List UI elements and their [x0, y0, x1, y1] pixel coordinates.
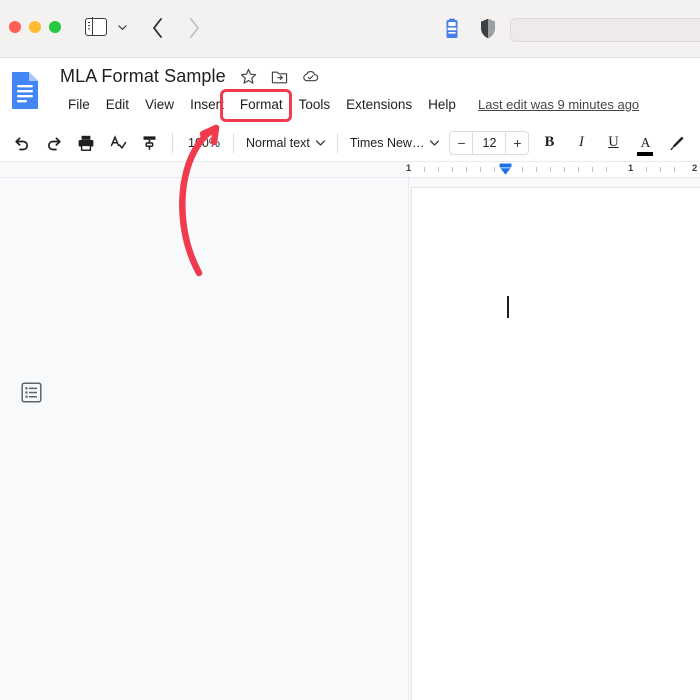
toolbar-divider	[172, 132, 173, 153]
last-edit-status[interactable]: Last edit was 9 minutes ago	[478, 97, 639, 112]
document-area	[0, 178, 700, 700]
font-size-stepper: − 12 +	[449, 130, 530, 155]
cloud-saved-icon[interactable]	[302, 68, 319, 85]
menu-item-file[interactable]: File	[60, 94, 98, 115]
browser-chrome	[0, 0, 700, 58]
paint-format-icon[interactable]	[141, 134, 159, 152]
indent-marker-icon[interactable]	[499, 163, 512, 176]
underline-button[interactable]: U	[603, 135, 623, 150]
menu-item-format[interactable]: Format	[232, 94, 291, 115]
toolbar-divider	[336, 132, 338, 153]
screenshot-root: MLA Format Sample File Edit View Insert …	[0, 0, 700, 700]
font-size-decrease-button[interactable]: −	[450, 132, 472, 154]
ruler-mark: 2	[692, 163, 698, 174]
minimize-window-button[interactable]	[29, 21, 41, 33]
title-actions	[240, 68, 319, 85]
document-outline-icon[interactable]	[21, 382, 42, 403]
text-cursor	[507, 296, 509, 318]
page-title[interactable]: MLA Format Sample	[60, 66, 226, 87]
window-controls	[9, 21, 61, 33]
ruler[interactable]: 1 1 2	[0, 162, 700, 178]
menu-item-help[interactable]: Help	[420, 94, 464, 115]
paragraph-style-value: Normal text	[246, 135, 310, 150]
font-size-increase-button[interactable]: +	[506, 132, 528, 154]
chevron-right-icon[interactable]	[186, 16, 202, 40]
toolbar-divider	[233, 132, 234, 153]
print-icon[interactable]	[77, 134, 95, 152]
bold-button[interactable]: B	[539, 135, 559, 150]
font-family-dropdown[interactable]: Times New…	[344, 133, 446, 153]
text-color-button[interactable]: A	[635, 135, 655, 156]
paragraph-style-dropdown[interactable]: Normal text	[240, 133, 331, 153]
chevron-left-icon[interactable]	[150, 16, 166, 40]
chevron-down-icon	[315, 139, 325, 146]
font-family-value: Times New…	[349, 135, 425, 150]
ruler-mark: 1	[406, 163, 412, 174]
redo-icon[interactable]	[45, 134, 63, 152]
ruler-track	[410, 162, 700, 177]
sidebar-icon[interactable]	[85, 17, 107, 36]
google-docs-icon	[12, 72, 38, 109]
ruler-mark: 1	[628, 163, 634, 174]
menu-bar: File Edit View Insert Format Tools Exten…	[60, 94, 464, 115]
zoom-window-button[interactable]	[49, 21, 61, 33]
highlight-pen-icon[interactable]	[668, 134, 686, 152]
outline-panel	[0, 178, 409, 700]
menu-item-edit[interactable]: Edit	[98, 94, 137, 115]
close-window-button[interactable]	[9, 21, 21, 33]
menu-item-insert[interactable]: Insert	[182, 94, 232, 115]
menu-item-extensions[interactable]: Extensions	[338, 94, 420, 115]
italic-button[interactable]: I	[571, 135, 591, 150]
undo-icon[interactable]	[13, 134, 31, 152]
chevron-down-icon	[430, 139, 440, 146]
spellcheck-icon[interactable]	[109, 134, 127, 152]
star-icon[interactable]	[240, 68, 257, 85]
document-page[interactable]	[412, 188, 700, 700]
formatting-toolbar: 100% Normal text Times New… − 12 + B I U…	[0, 124, 700, 162]
menu-item-view[interactable]: View	[137, 94, 182, 115]
chevron-down-icon[interactable]	[117, 22, 128, 33]
address-bar[interactable]	[510, 18, 700, 42]
menu-item-tools[interactable]: Tools	[291, 94, 339, 115]
font-size-input[interactable]: 12	[472, 131, 507, 154]
reader-view-icon[interactable]	[444, 18, 460, 40]
zoom-level[interactable]: 100%	[181, 136, 227, 150]
shield-icon[interactable]	[480, 18, 496, 39]
move-to-folder-icon[interactable]	[271, 68, 288, 85]
